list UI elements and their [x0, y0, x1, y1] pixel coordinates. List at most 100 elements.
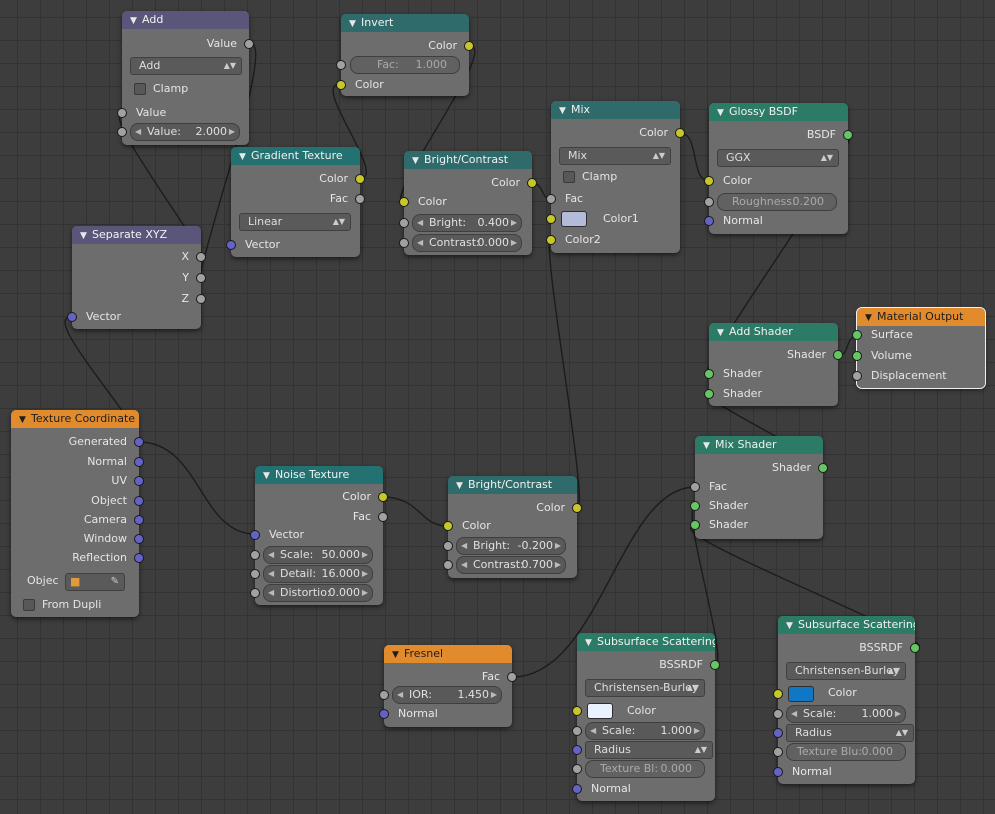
input-socket[interactable] — [67, 312, 77, 322]
fresnel-node[interactable]: ▼ Fresnel Fac ◀ IOR: 1.450 ▶ Normal — [379, 645, 517, 727]
mixshader-node-header[interactable]: ▼ Mix Shader — [695, 436, 823, 454]
color-socket[interactable] — [572, 706, 582, 716]
bc2-node-header[interactable]: ▼ Bright/Contrast — [448, 476, 577, 494]
output-socket[interactable] — [134, 534, 144, 544]
operation-select[interactable]: Add ▲▼ — [130, 57, 242, 75]
contrast-socket[interactable] — [399, 238, 409, 248]
input-socket[interactable] — [546, 194, 556, 204]
ior-socket[interactable] — [379, 690, 389, 700]
collapse-triangle-icon[interactable]: ▼ — [456, 477, 468, 494]
collapse-triangle-icon[interactable]: ▼ — [130, 12, 142, 29]
output-socket[interactable] — [134, 476, 144, 486]
output-socket[interactable] — [196, 273, 206, 283]
input-socket[interactable] — [250, 530, 260, 540]
collapse-triangle-icon[interactable]: ▼ — [703, 437, 715, 454]
bright-field[interactable]: ◀ Bright: 0.400 ▶ — [412, 214, 522, 232]
output-socket[interactable] — [134, 553, 144, 563]
output-socket[interactable] — [675, 128, 685, 138]
scale-field[interactable]: ◀ Scale: 1.000 ▶ — [786, 705, 906, 723]
output-socket[interactable] — [464, 41, 474, 51]
detail-socket[interactable] — [250, 569, 260, 579]
input-socket[interactable] — [704, 216, 714, 226]
add-node[interactable]: ▼ Add Value Add ▲▼ Clamp Value ◀ Value: 2.00… — [117, 11, 254, 145]
ss2-node-header[interactable]: ▼ Subsurface Scattering — [778, 616, 915, 634]
output-socket[interactable] — [134, 496, 144, 506]
collapse-triangle-icon[interactable]: ▼ — [717, 324, 729, 341]
input-socket[interactable] — [704, 369, 714, 379]
input-socket[interactable] — [773, 767, 783, 777]
output-socket[interactable] — [818, 463, 828, 473]
collapse-triangle-icon[interactable]: ▼ — [263, 467, 275, 484]
color1-socket[interactable] — [546, 214, 556, 224]
addshader-node-header[interactable]: ▼ Add Shader — [709, 323, 838, 341]
sepxyz-node-header[interactable]: ▼ Separate XYZ — [72, 226, 201, 244]
collapse-triangle-icon[interactable]: ▼ — [559, 102, 571, 119]
input-socket[interactable] — [443, 521, 453, 531]
collapse-triangle-icon[interactable]: ▼ — [717, 104, 729, 121]
bright-socket[interactable] — [443, 541, 453, 551]
output-socket[interactable] — [843, 130, 853, 140]
scale-field[interactable]: ◀ Scale: 50.000 ▶ — [263, 546, 373, 564]
input-socket[interactable] — [852, 330, 862, 340]
output-socket[interactable] — [507, 672, 517, 682]
roughness-field[interactable]: Roughness: 0.200 — [717, 193, 837, 211]
collapse-triangle-icon[interactable]: ▼ — [786, 617, 798, 634]
output-socket[interactable] — [572, 503, 582, 513]
output-socket[interactable] — [910, 643, 920, 653]
radius-socket[interactable] — [773, 728, 783, 738]
subsurface-scattering-node-2[interactable]: ▼ Subsurface Scattering BSSRDF Christense… — [773, 616, 920, 784]
contrast-field[interactable]: ◀ Contrast: 0.700 ▶ — [456, 556, 566, 574]
texcoord-node-header[interactable]: ▼ Texture Coordinate — [11, 410, 139, 428]
ss1-node-header[interactable]: ▼ Subsurface Scattering — [577, 633, 715, 651]
glossy-bsdf-node[interactable]: ▼ Glossy BSDF BSDF GGX ▲▼ Color Roughness:… — [704, 103, 853, 234]
value-field[interactable]: ◀ Value: 2.000 ▶ — [130, 123, 240, 141]
scale-socket[interactable] — [572, 726, 582, 736]
collapse-triangle-icon[interactable]: ▼ — [19, 411, 31, 428]
gradient-type-select[interactable]: Linear ▲▼ — [239, 213, 351, 231]
input-socket[interactable] — [690, 482, 700, 492]
detail-field[interactable]: ◀ Detail: 16.000 ▶ — [263, 565, 373, 583]
output-socket[interactable] — [833, 350, 843, 360]
blend-mode-select[interactable]: Mix ▲▼ — [559, 147, 671, 165]
noise-texture-node[interactable]: ▼ Noise Texture Color Fac Vector ◀ Scale: 5… — [250, 466, 388, 605]
distortion-socket[interactable] — [250, 588, 260, 598]
color-swatch[interactable] — [788, 686, 814, 702]
ior-field[interactable]: ◀ IOR: 1.450 ▶ — [392, 686, 502, 704]
glossy-node-header[interactable]: ▼ Glossy BSDF — [709, 103, 848, 121]
texture-coordinate-node[interactable]: ▼ Texture Coordinate Generated Normal UV … — [11, 410, 144, 617]
collapse-triangle-icon[interactable]: ▼ — [412, 152, 424, 169]
collapse-triangle-icon[interactable]: ▼ — [239, 148, 251, 165]
scale-field[interactable]: ◀ Scale: 1.000 ▶ — [585, 722, 705, 740]
bright-socket[interactable] — [399, 218, 409, 228]
output-socket[interactable] — [134, 437, 144, 447]
input-socket[interactable] — [336, 80, 346, 90]
output-socket[interactable] — [134, 515, 144, 525]
output-socket[interactable] — [710, 660, 720, 670]
matout-node-header[interactable]: ▼ Material Output — [857, 308, 985, 326]
color-socket[interactable] — [773, 689, 783, 699]
output-socket[interactable] — [196, 294, 206, 304]
collapse-triangle-icon[interactable]: ▼ — [865, 309, 877, 326]
invert-node[interactable]: ▼ Invert Color Fac: 1.000 Color — [336, 14, 474, 96]
noise-node-header[interactable]: ▼ Noise Texture — [255, 466, 383, 484]
bright-contrast-node-1[interactable]: ▼ Bright/Contrast Color Color ◀ Bright: 0.4… — [399, 151, 537, 255]
texture-blur-field[interactable]: Texture Bl: 0.000 — [585, 760, 705, 778]
falloff-select[interactable]: Christensen-Burley ▲▼ — [585, 679, 705, 697]
texture-blur-field[interactable]: Texture Blu: 0.000 — [786, 743, 906, 761]
input-socket[interactable] — [546, 235, 556, 245]
subsurface-scattering-node-1[interactable]: ▼ Subsurface Scattering BSSRDF Christense… — [572, 633, 720, 801]
scale-socket[interactable] — [773, 709, 783, 719]
bright-contrast-node-2[interactable]: ▼ Bright/Contrast Color Color ◀ Bright: -0.… — [443, 476, 582, 578]
contrast-field[interactable]: ◀ Contrast: 0.000 ▶ — [412, 234, 522, 252]
radius-socket[interactable] — [572, 745, 582, 755]
invert-node-header[interactable]: ▼ Invert — [341, 14, 469, 32]
collapse-triangle-icon[interactable]: ▼ — [349, 15, 361, 32]
input-socket[interactable] — [226, 240, 236, 250]
mix-node-header[interactable]: ▼ Mix — [551, 101, 680, 119]
output-socket[interactable] — [378, 492, 388, 502]
radius-field[interactable]: Radius ▲▼ — [786, 724, 914, 742]
texture-blur-socket[interactable] — [773, 747, 783, 757]
clamp-checkbox[interactable] — [563, 171, 575, 183]
input-socket[interactable] — [572, 784, 582, 794]
material-output-node[interactable]: ▼ Material Output Surface Volume Displace… — [852, 307, 986, 389]
